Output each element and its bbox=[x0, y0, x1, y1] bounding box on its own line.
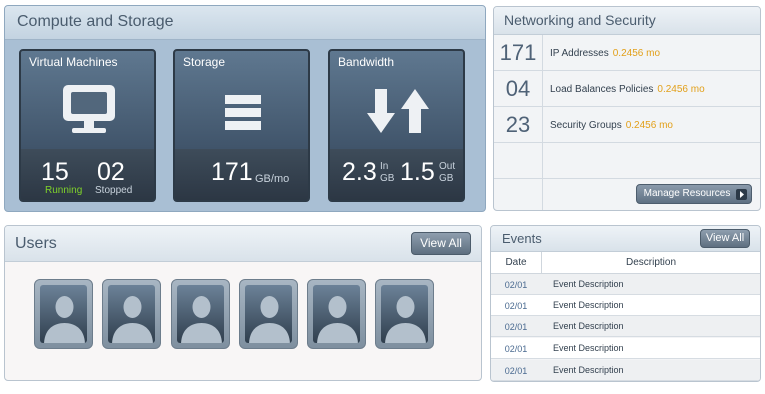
user-avatar[interactable] bbox=[102, 279, 161, 349]
user-avatar[interactable] bbox=[171, 279, 230, 349]
bandwidth-title: Bandwidth bbox=[338, 55, 395, 69]
net-row-ip-addresses[interactable]: 171 IP Addresses 0.2456 mo bbox=[494, 35, 760, 71]
net-count: 171 bbox=[499, 40, 537, 65]
user-avatar[interactable] bbox=[307, 279, 366, 349]
net-value: 0.2456 mo bbox=[612, 48, 661, 59]
virtual-machines-tile[interactable]: Virtual Machines 15 Running 02 Stopped bbox=[19, 49, 156, 202]
networking-security-title: Networking and Security bbox=[494, 7, 760, 35]
person-icon bbox=[112, 296, 153, 343]
storage-unit: GB/mo bbox=[255, 173, 290, 185]
user-avatar[interactable] bbox=[375, 279, 434, 349]
net-value: 0.2456 mo bbox=[657, 84, 705, 95]
storage-value: 171 bbox=[211, 158, 253, 186]
bandwidth-in-value: 2.3 bbox=[342, 158, 377, 186]
event-date: 02/01 bbox=[504, 301, 528, 311]
net-value: 0.2456 mo bbox=[625, 120, 673, 131]
user-avatar[interactable] bbox=[239, 279, 298, 349]
users-panel: Users View All bbox=[4, 225, 482, 381]
compute-storage-panel: Compute and Storage Virtual Machines 15 … bbox=[4, 5, 486, 212]
event-date: 02/01 bbox=[504, 322, 528, 332]
event-date: 02/01 bbox=[504, 366, 528, 376]
person-icon bbox=[249, 296, 290, 343]
event-row[interactable]: 02/01 Event Description bbox=[491, 316, 760, 337]
user-avatar[interactable] bbox=[34, 279, 93, 349]
compute-storage-title: Compute and Storage bbox=[5, 6, 485, 40]
monitor-icon bbox=[63, 85, 115, 133]
net-count: 04 bbox=[505, 76, 531, 101]
person-icon bbox=[44, 296, 85, 343]
net-label: IP Addresses 0.2456 mo bbox=[550, 48, 661, 59]
manage-resources-button[interactable]: Manage Resources bbox=[636, 184, 752, 204]
event-date: 02/01 bbox=[504, 280, 528, 290]
event-description: Event Description bbox=[553, 365, 624, 375]
net-label: Load Balances Policies 0.2456 mo bbox=[550, 84, 705, 95]
event-date: 02/01 bbox=[504, 344, 528, 354]
transfer-arrows-icon bbox=[367, 89, 429, 133]
bandwidth-out-label: Out bbox=[439, 161, 456, 172]
vm-running-label: Running bbox=[45, 185, 83, 196]
arrow-right-icon bbox=[736, 189, 747, 200]
net-label: Security Groups 0.2456 mo bbox=[550, 120, 673, 131]
networking-security-panel: Networking and Security 171 IP Addresses… bbox=[493, 6, 761, 211]
net-row-load-balances[interactable]: 04 Load Balances Policies 0.2456 mo bbox=[494, 71, 760, 107]
bandwidth-out-unit: GB bbox=[439, 173, 454, 184]
bandwidth-in-unit: GB bbox=[380, 173, 395, 184]
date-column-header: Date bbox=[505, 257, 527, 268]
net-row-empty bbox=[494, 143, 760, 179]
bandwidth-in-label: In bbox=[380, 161, 389, 172]
events-table-header: Date Description bbox=[491, 252, 760, 274]
person-icon bbox=[181, 296, 222, 343]
bandwidth-out-value: 1.5 bbox=[400, 158, 435, 186]
users-view-all-button[interactable]: View All bbox=[411, 232, 471, 255]
vm-stopped-label: Stopped bbox=[95, 185, 133, 196]
storage-title: Storage bbox=[183, 55, 226, 69]
events-view-all-button[interactable]: View All bbox=[700, 229, 750, 248]
virtual-machines-title: Virtual Machines bbox=[29, 55, 118, 69]
storage-icon bbox=[225, 95, 261, 130]
net-row-security-groups[interactable]: 23 Security Groups 0.2456 mo bbox=[494, 107, 760, 143]
vm-running-count: 15 bbox=[41, 158, 69, 186]
person-icon bbox=[385, 296, 426, 343]
description-column-header: Description bbox=[541, 252, 760, 274]
event-description: Event Description bbox=[553, 321, 624, 331]
event-row[interactable]: 02/01 Event Description bbox=[491, 360, 760, 381]
vm-stopped-count: 02 bbox=[97, 158, 125, 186]
event-row[interactable]: 02/01 Event Description bbox=[491, 338, 760, 359]
event-description: Event Description bbox=[553, 343, 624, 353]
manage-resources-label: Manage Resources bbox=[643, 188, 731, 199]
storage-tile[interactable]: Storage 171 GB/mo bbox=[173, 49, 310, 202]
users-title: Users bbox=[5, 226, 481, 262]
event-row[interactable]: 02/01 Event Description bbox=[491, 274, 760, 295]
event-description: Event Description bbox=[553, 279, 624, 289]
events-panel: Events View All Date Description 02/01 E… bbox=[490, 225, 761, 382]
bandwidth-tile[interactable]: Bandwidth 2.3 In GB 1.5 Out GB bbox=[328, 49, 465, 202]
event-row[interactable]: 02/01 Event Description bbox=[491, 295, 760, 316]
event-description: Event Description bbox=[553, 300, 624, 310]
person-icon bbox=[317, 296, 358, 343]
net-count: 23 bbox=[505, 112, 531, 137]
